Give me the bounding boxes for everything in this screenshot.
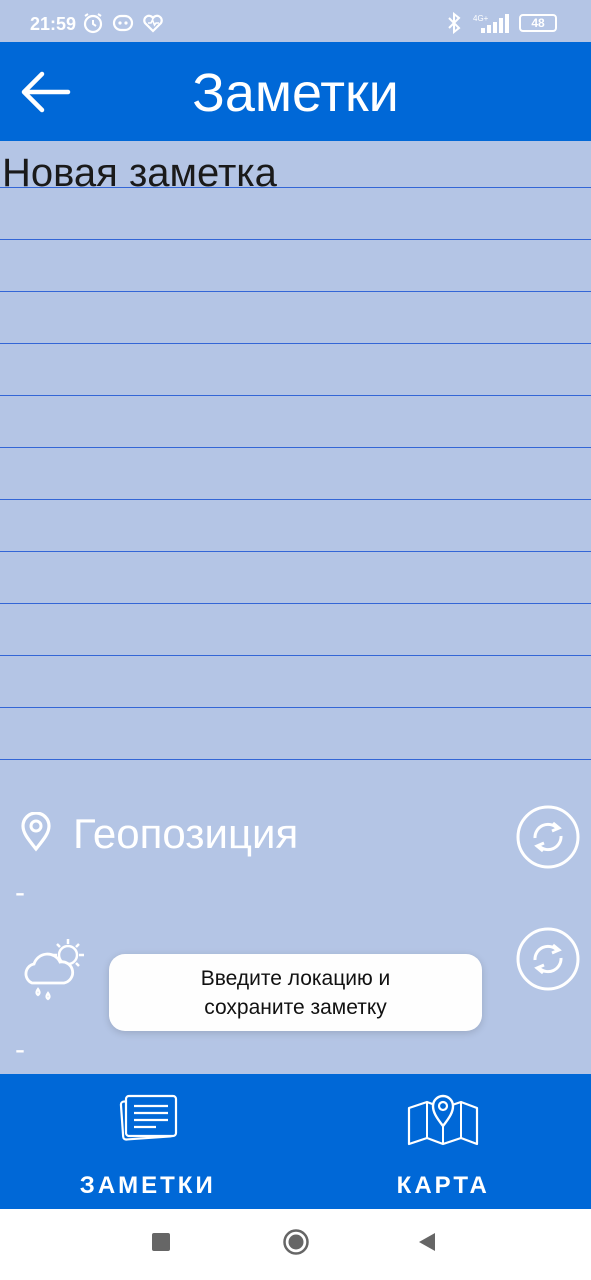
status-icons-right: 4G+ 48 (445, 12, 557, 34)
note-line (0, 395, 591, 396)
face-icon (112, 14, 134, 32)
bottom-navigation: ЗАМЕТКИ КАРТА (0, 1074, 591, 1209)
note-line (0, 343, 591, 344)
weather-cloud-sun-icon (24, 939, 84, 1001)
app-bar: Заметки (0, 42, 591, 141)
map-icon (408, 1094, 479, 1146)
battery-level: 48 (531, 16, 545, 30)
note-line (0, 707, 591, 708)
svg-text:4G+: 4G+ (473, 14, 489, 23)
nav-label-map: КАРТА (396, 1172, 490, 1199)
notes-icon (119, 1094, 177, 1141)
home-icon (283, 1229, 309, 1255)
note-line (0, 551, 591, 552)
nav-label-notes: ЗАМЕТКИ (79, 1172, 216, 1199)
note-editor[interactable]: Новая заметка (0, 141, 591, 761)
nav-item-map[interactable]: КАРТА (296, 1074, 591, 1209)
weather-value: - (15, 1033, 25, 1066)
battery-icon: 48 (519, 14, 557, 32)
note-line (0, 759, 591, 760)
system-back-button[interactable] (416, 1231, 438, 1258)
note-line (0, 603, 591, 604)
refresh-icon (516, 927, 580, 991)
toast-line-1: Введите локацию и (200, 966, 391, 990)
toast-message: Введите локацию и сохраните заметку (109, 954, 482, 1031)
home-button[interactable] (282, 1228, 310, 1261)
alarm-icon (83, 13, 103, 34)
geolocation-row: Геопозиция (0, 800, 591, 870)
signal-icon: 4G+ (473, 14, 509, 33)
toast-line-2: сохраните заметку (204, 995, 387, 1019)
note-line (0, 655, 591, 656)
recent-apps-button[interactable] (150, 1231, 172, 1258)
note-line (0, 239, 591, 240)
health-icon (143, 14, 163, 33)
back-icon (419, 1233, 435, 1251)
note-line (0, 447, 591, 448)
recent-apps-icon (152, 1233, 170, 1251)
status-time: 21:59 (30, 14, 77, 34)
status-bar: 21:59 4G+ 48 (0, 0, 591, 42)
note-title-text[interactable]: Новая заметка (2, 151, 277, 196)
geolocation-value: - (15, 876, 25, 909)
page-title: Заметки (192, 63, 399, 123)
refresh-weather-button[interactable] (515, 926, 581, 992)
refresh-icon (516, 805, 580, 869)
location-pin-icon (21, 812, 51, 852)
note-line (0, 291, 591, 292)
refresh-location-button[interactable] (515, 804, 581, 870)
geolocation-label: Геопозиция (73, 810, 299, 857)
nav-item-notes[interactable]: ЗАМЕТКИ (0, 1074, 296, 1209)
system-navigation-bar (0, 1209, 591, 1280)
status-icons-left (82, 12, 164, 34)
note-line (0, 499, 591, 500)
bluetooth-icon (448, 12, 461, 34)
